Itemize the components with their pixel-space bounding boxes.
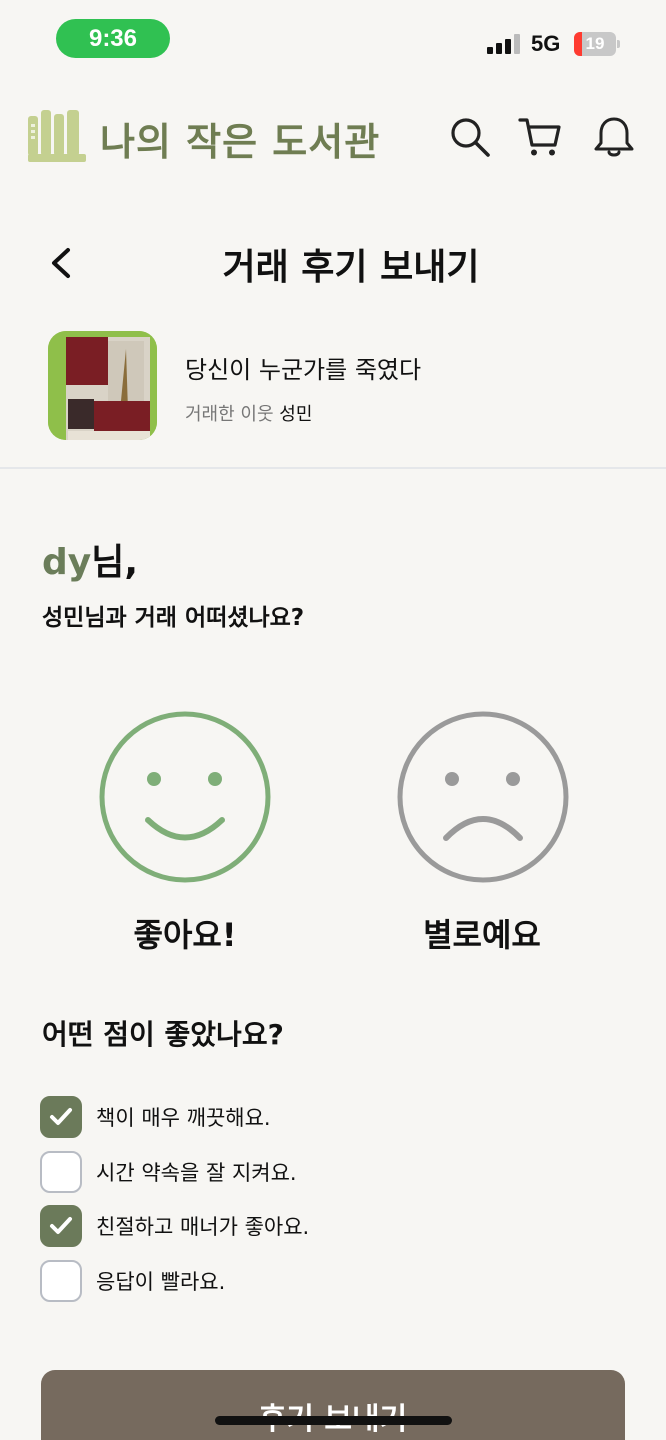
frown-icon[interactable] (396, 710, 570, 884)
neighbor-label: 거래한 이웃 (185, 404, 274, 425)
checkbox[interactable] (40, 1205, 82, 1247)
home-indicator (215, 1416, 452, 1425)
battery-level: 19 (585, 34, 605, 53)
feedback-option-label: 시간 약속을 잘 지켜요. (96, 1161, 297, 1185)
feedback-option-label: 친절하고 매너가 좋아요. (96, 1215, 310, 1239)
good-button-label[interactable]: 좋아요! (75, 910, 295, 956)
greeting-suffix: 님, (91, 542, 139, 583)
signal-icon (487, 34, 521, 54)
greeting: dy님, (42, 533, 138, 585)
book-neighbor: 거래한 이웃 성민 (185, 400, 312, 426)
submit-review-button[interactable]: 후기 보내기 (41, 1370, 625, 1440)
search-icon[interactable] (448, 115, 492, 159)
battery-icon: 19 (574, 32, 620, 56)
book-cover-image (48, 331, 157, 440)
cart-icon[interactable] (518, 115, 562, 159)
status-time: 9:36 (56, 19, 170, 58)
page-title: 거래 후기 보내기 (222, 247, 480, 288)
checkbox[interactable] (40, 1260, 82, 1302)
feedback-option[interactable]: 응답이 빨라요. (40, 1260, 225, 1302)
feedback-option-label: 응답이 빨라요. (96, 1270, 226, 1294)
feedback-option-label: 책이 매우 깨끗해요. (96, 1106, 271, 1130)
checkbox[interactable] (40, 1151, 82, 1193)
greeting-user: dy (42, 542, 92, 583)
feedback-option[interactable]: 시간 약속을 잘 지켜요. (40, 1151, 297, 1193)
smile-icon[interactable] (98, 710, 272, 884)
rating-question: 성민님과 거래 어떠셨나요? (42, 605, 305, 631)
check-icon (50, 1108, 72, 1125)
logo-icon (28, 110, 86, 162)
checkbox[interactable] (40, 1096, 82, 1138)
feedback-option[interactable]: 책이 매우 깨끗해요. (40, 1096, 271, 1138)
feedback-option[interactable]: 친절하고 매너가 좋아요. (40, 1205, 309, 1247)
bell-icon[interactable] (592, 115, 636, 159)
status-bar: 9:36 5G 19 (0, 0, 666, 80)
network-label: 5G (531, 31, 561, 56)
neighbor-name: 성민 (279, 404, 313, 425)
bad-button-label[interactable]: 별로예요 (372, 910, 592, 956)
feedback-question: 어떤 점이 좋았나요? (42, 1018, 284, 1051)
check-icon (50, 1217, 72, 1234)
app-title: 나의 작은 도서관 (100, 120, 381, 164)
divider (0, 467, 666, 469)
book-title: 당신이 누군가를 죽였다 (185, 356, 422, 384)
app-header: 나의 작은 도서관 (0, 95, 666, 180)
